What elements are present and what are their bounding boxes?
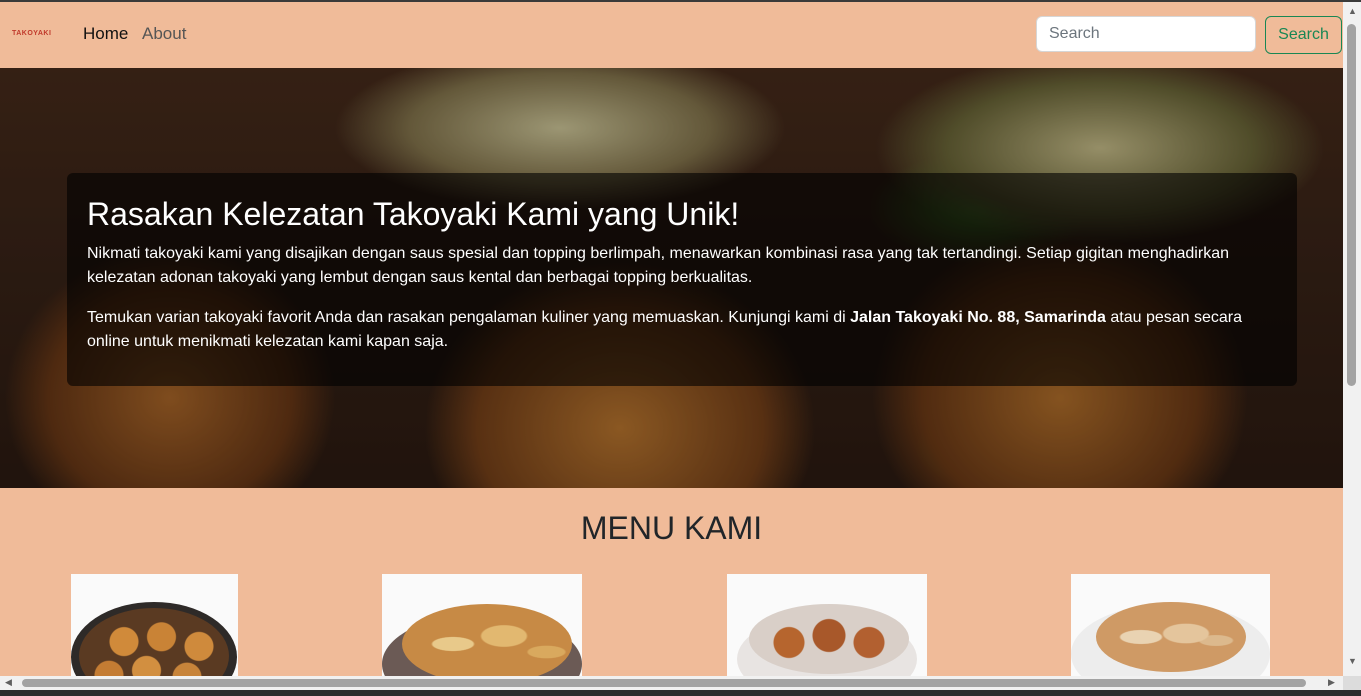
hero-text-box: Rasakan Kelezatan Takoyaki Kami yang Uni… (67, 173, 1297, 386)
nav-link-about[interactable]: About (142, 24, 186, 44)
search-button[interactable]: Search (1265, 16, 1342, 54)
menu-item-image-2[interactable] (382, 574, 582, 676)
logo-text: TAKOYAKI (12, 30, 52, 37)
menu-section-title: MENU KAMI (580, 510, 763, 546)
navbar: TAKOYAKI Home About Search (0, 2, 1343, 68)
scrollbar-corner (1343, 676, 1361, 690)
search-input[interactable] (1036, 16, 1256, 52)
address-highlight: Jalan Takoyaki No. 88, Samarinda (850, 309, 1106, 326)
horizontal-scroll-thumb[interactable] (22, 679, 1306, 687)
menu-item-image-4[interactable] (1071, 574, 1270, 676)
vertical-scrollbar[interactable]: ▲ ▼ (1343, 2, 1361, 676)
horizontal-scrollbar[interactable]: ◀ ▶ (0, 676, 1343, 690)
hero-paragraph-2: Temukan varian takoyaki favorit Anda dan… (87, 306, 1277, 354)
menu-item-image-1[interactable] (71, 574, 238, 676)
nav-link-home[interactable]: Home (83, 24, 128, 44)
hero-banner: Rasakan Kelezatan Takoyaki Kami yang Uni… (0, 68, 1343, 488)
hero-paragraph-2-text: Temukan varian takoyaki favorit Anda dan… (87, 309, 851, 326)
scroll-right-arrow-icon[interactable]: ▶ (1328, 677, 1335, 688)
scroll-up-arrow-icon[interactable]: ▲ (1348, 6, 1357, 16)
menu-item-image-3[interactable] (727, 574, 927, 676)
taskbar-strip (0, 690, 1361, 696)
hero-paragraph-1: Nikmati takoyaki kami yang disajikan den… (87, 245, 1229, 286)
browser-viewport: TAKOYAKI Home About Search Rasakan Kelez… (0, 2, 1343, 676)
hero-title: Rasakan Kelezatan Takoyaki Kami yang Uni… (87, 196, 740, 232)
scroll-down-arrow-icon[interactable]: ▼ (1348, 656, 1357, 666)
vertical-scroll-thumb[interactable] (1347, 24, 1356, 386)
scroll-left-arrow-icon[interactable]: ◀ (5, 677, 12, 688)
site-logo[interactable]: TAKOYAKI (12, 30, 51, 37)
